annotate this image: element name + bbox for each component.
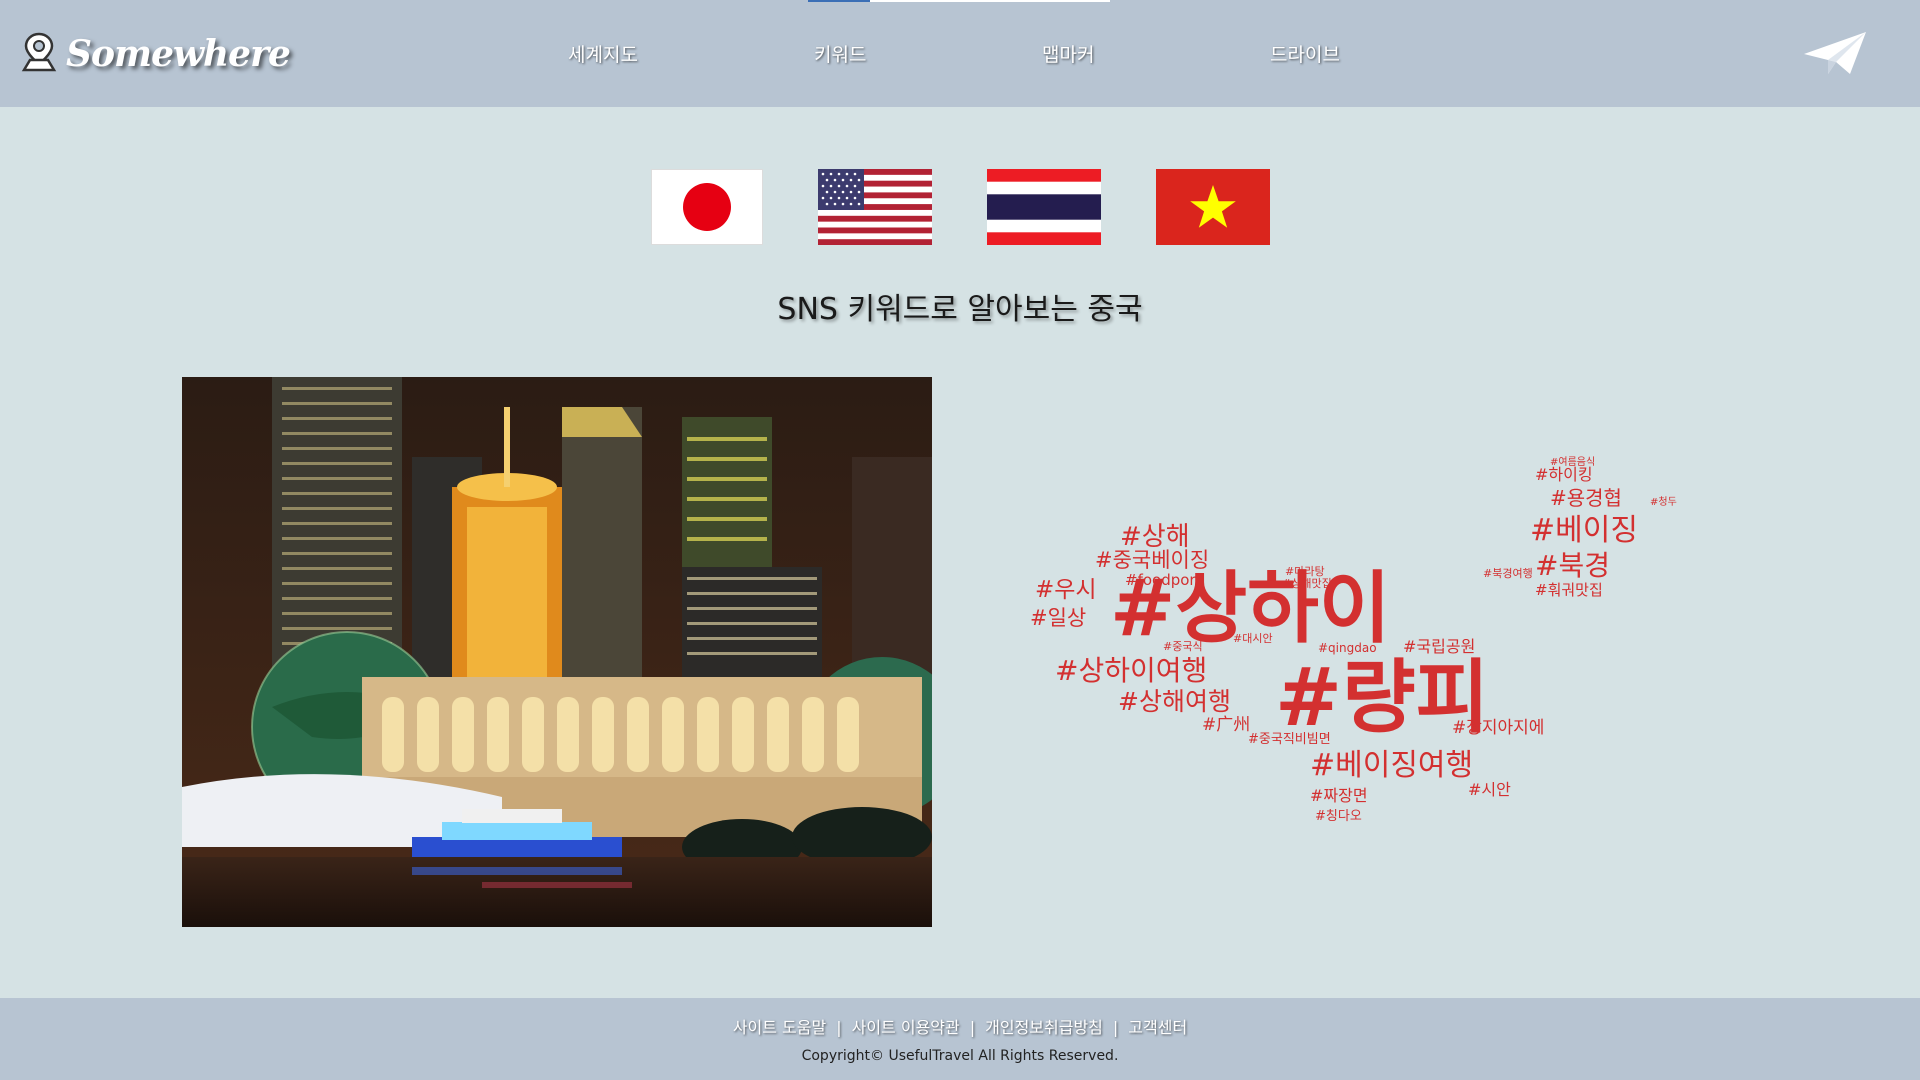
wordcloud-word: #상해여행 [1118,687,1231,716]
wordcloud-word: #베이징여행 [1310,748,1473,783]
footer-separator: | [836,1018,842,1037]
footer-links: 사이트 도움말 | 사이트 이용약관 | 개인정보취급방침 | 고객센터 [0,1014,1920,1038]
nav-map-marker[interactable]: 맵마커 [1042,40,1094,67]
wordcloud-word: #중국식 [1163,640,1203,653]
map-pin-icon [18,31,60,77]
flag-japan-icon[interactable] [651,169,763,245]
wordcloud-word: #대시안 [1233,632,1273,645]
footer-link-help[interactable]: 사이트 도움말 [733,1018,826,1037]
wordcloud-word: #장지아지에 [1452,718,1544,738]
paper-plane-icon[interactable] [1802,30,1868,78]
wordcloud-word: #qingdao [1318,641,1377,655]
wordcloud-word: #용경협 [1550,486,1622,510]
wordcloud-word: #짜장면 [1310,786,1368,805]
wordcloud-word: #중국베이징 [1095,548,1209,572]
wordcloud-word: #일상 [1030,606,1086,630]
wordcloud-word: #상해맛집 [1282,576,1332,590]
page-title: SNS 키워드로 알아보는 중국 [777,292,1143,327]
wordcloud-word: #우시 [1035,577,1097,603]
wordcloud-word: #국립공원 [1403,637,1475,656]
footer-link-terms[interactable]: 사이트 이용약관 [852,1018,960,1037]
tab-indicator-track [870,0,1110,2]
wordcloud-word: #베이징 [1530,513,1638,548]
wordcloud-word: #시안 [1468,780,1511,799]
nav-world-map[interactable]: 세계지도 [568,40,638,67]
wordcloud-word: #foodporn [1125,571,1205,589]
nav-keyword[interactable]: 키워드 [814,40,866,67]
wordcloud-word: #청두 [1650,496,1677,508]
nav-drive[interactable]: 드라이브 [1270,40,1340,67]
flag-usa-icon[interactable] [818,169,932,245]
wordcloud-word: #훠궈맛집 [1535,581,1603,599]
footer-separator: | [1112,1018,1119,1037]
site-logo[interactable]: Somewhere [18,30,291,78]
keyword-word-cloud: #상하이 #량피 #베이징여행 #상하이여행 #상해여행 #상해 #베이징 #북… [1020,455,1700,825]
site-logo-text: Somewhere [66,33,291,75]
wordcloud-word: #중국직비빔면 [1248,732,1331,747]
copyright-text: Copyright© UsefulTravel All Rights Reser… [801,1048,1119,1064]
wordcloud-word: #상하이여행 [1055,654,1207,687]
active-tab-indicator [808,0,870,2]
wordcloud-word: #广州 [1202,715,1250,735]
wordcloud-word: #북경여행 [1483,567,1533,580]
footer-link-support[interactable]: 고객센터 [1128,1018,1187,1037]
wordcloud-word: #여름음식 [1550,456,1595,468]
footer-link-privacy[interactable]: 개인정보취급방침 [985,1018,1103,1037]
shanghai-city-photo [182,377,932,927]
wordcloud-word: #북경 [1535,549,1610,582]
site-footer: 사이트 도움말 | 사이트 이용약관 | 개인정보취급방침 | 고객센터 Copyright… [0,998,1920,1080]
flag-thailand-icon[interactable] [987,169,1101,245]
top-header: Somewhere 세계지도 키워드 맵마커 드라이브 [0,0,1920,107]
wordcloud-word: #칭다오 [1315,809,1362,824]
footer-separator: | [969,1018,976,1037]
flag-vietnam-icon[interactable] [1156,169,1270,245]
country-flag-bar [0,169,1920,245]
